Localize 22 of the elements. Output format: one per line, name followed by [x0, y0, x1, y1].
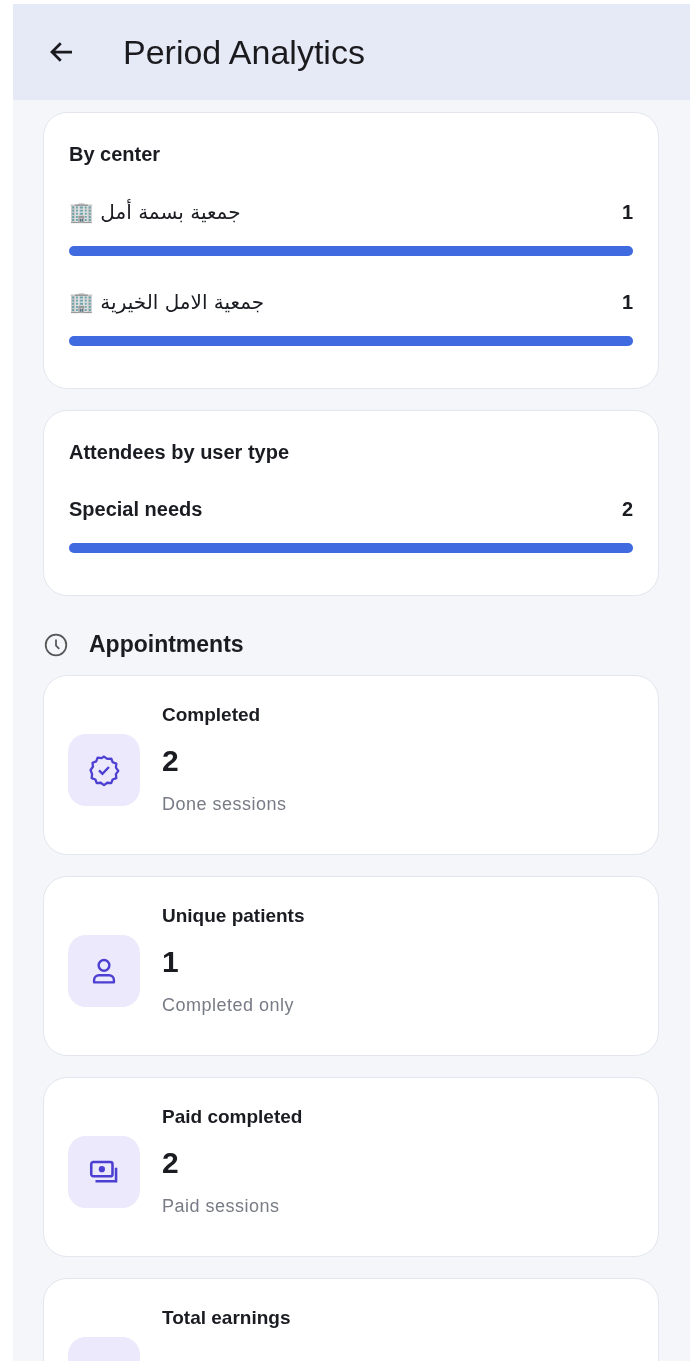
stat-caption: Completed only [162, 995, 296, 1016]
card-title: By center [69, 143, 162, 166]
row-label: جمعية الامل الخيرية 🏢 [69, 290, 265, 314]
stat-caption: Done sessions [162, 794, 287, 815]
stat-value: 1 [162, 945, 180, 979]
stat-value: 2 [162, 744, 180, 778]
row-count: 2 [621, 498, 633, 521]
stat-caption: Paid sessions [162, 1196, 281, 1217]
card-title: Attendees by user type [69, 441, 291, 464]
check-badge-icon [87, 753, 121, 787]
row-count: 1 [621, 290, 633, 314]
row-label: Special needs [69, 498, 203, 521]
stat-title: Total earnings [162, 1307, 291, 1329]
stat-title: Unique patients [162, 905, 305, 927]
stat-title: Paid completed [162, 1106, 303, 1128]
screen-title: Period Analytics [123, 32, 365, 72]
row-count: 1 [621, 200, 633, 224]
section-title: Appointments [89, 631, 244, 658]
stat-title: Completed [162, 704, 262, 726]
clock-icon [43, 631, 69, 658]
stat-value: 2 [162, 1146, 180, 1180]
row-label: جمعية بسمة أمل 🏢 [69, 200, 241, 224]
